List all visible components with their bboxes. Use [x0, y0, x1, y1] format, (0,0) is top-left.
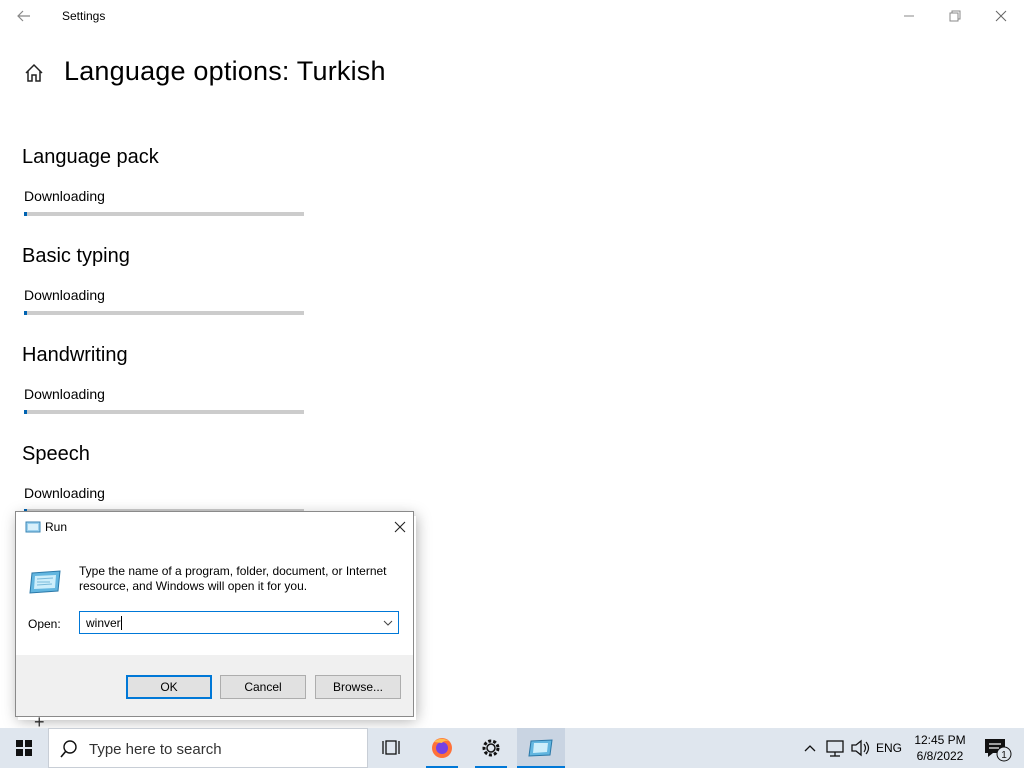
section-title: Basic typing [22, 245, 130, 267]
search-icon [60, 740, 77, 758]
home-icon[interactable] [23, 62, 45, 84]
windows-start-icon[interactable] [0, 728, 48, 768]
download-status: Downloading [24, 287, 105, 303]
progress-bar [24, 212, 304, 216]
section-language-pack: Language pack Downloading [22, 146, 312, 216]
settings-titlebar: Settings [0, 0, 1024, 32]
progress-fill [24, 212, 28, 216]
download-status: Downloading [24, 386, 105, 402]
run-title: Run [45, 520, 68, 534]
section-speech: Speech Downloading [22, 443, 312, 513]
taskbar-search[interactable]: Type here to search [48, 728, 368, 768]
settings-taskbar-button[interactable] [467, 728, 515, 768]
firefox-taskbar-button[interactable] [418, 728, 466, 768]
taskbar: Type here to search ENG 12:45 PM 6/8/202… [0, 728, 1024, 768]
run-dialog: Run Type the name of a program, folder, … [15, 511, 414, 717]
clock-date: 6/8/2022 [916, 749, 964, 763]
section-basic-typing: Basic typing Downloading [22, 245, 312, 315]
run-program-icon [29, 570, 61, 594]
run-footer: OK Cancel Browse... [16, 655, 413, 716]
task-view-icon[interactable] [368, 728, 416, 768]
section-title: Handwriting [22, 344, 128, 366]
window-title: Settings [62, 9, 106, 23]
section-title: Speech [22, 443, 90, 465]
run-description: Type the name of a program, folder, docu… [79, 564, 387, 593]
browse-button[interactable]: Browse... [315, 675, 401, 699]
download-status: Downloading [24, 485, 105, 501]
progress-bar [24, 311, 304, 315]
progress-fill [24, 311, 28, 315]
open-label: Open: [28, 617, 61, 631]
chevron-down-icon[interactable] [380, 614, 396, 631]
ok-button[interactable]: OK [126, 675, 212, 699]
restore-icon[interactable] [940, 4, 970, 28]
input-language[interactable]: ENG [876, 741, 902, 755]
minimize-icon[interactable] [894, 4, 924, 28]
clock[interactable]: 12:45 PM 6/8/2022 [906, 732, 974, 764]
run-app-icon [25, 521, 41, 533]
section-title: Language pack [22, 146, 159, 168]
progress-bar [24, 410, 304, 414]
close-icon[interactable] [387, 514, 413, 540]
open-combobox[interactable]: winver [79, 611, 399, 634]
page-title: Language options: Turkish [64, 56, 386, 86]
text-caret [121, 616, 122, 630]
network-icon[interactable] [822, 728, 848, 768]
clock-time: 12:45 PM [914, 733, 966, 747]
firefox-icon [432, 738, 452, 758]
run-app-icon [528, 739, 553, 757]
run-taskbar-button[interactable] [517, 728, 565, 768]
download-status: Downloading [24, 188, 105, 204]
gear-icon [482, 739, 500, 757]
close-icon[interactable] [986, 4, 1016, 28]
chevron-up-icon[interactable] [800, 728, 820, 768]
section-handwriting: Handwriting Downloading [22, 344, 312, 414]
cancel-button[interactable]: Cancel [220, 675, 306, 699]
volume-icon[interactable] [848, 728, 872, 768]
run-titlebar: Run [16, 512, 413, 542]
run-body: Type the name of a program, folder, docu… [16, 542, 413, 655]
open-input[interactable]: winver [86, 616, 121, 630]
back-arrow-icon[interactable] [12, 6, 36, 26]
search-placeholder: Type here to search [89, 741, 222, 758]
notification-count: 1 [1001, 750, 1007, 761]
notification-center-icon[interactable]: 1 [980, 728, 1014, 768]
progress-fill [24, 410, 28, 414]
